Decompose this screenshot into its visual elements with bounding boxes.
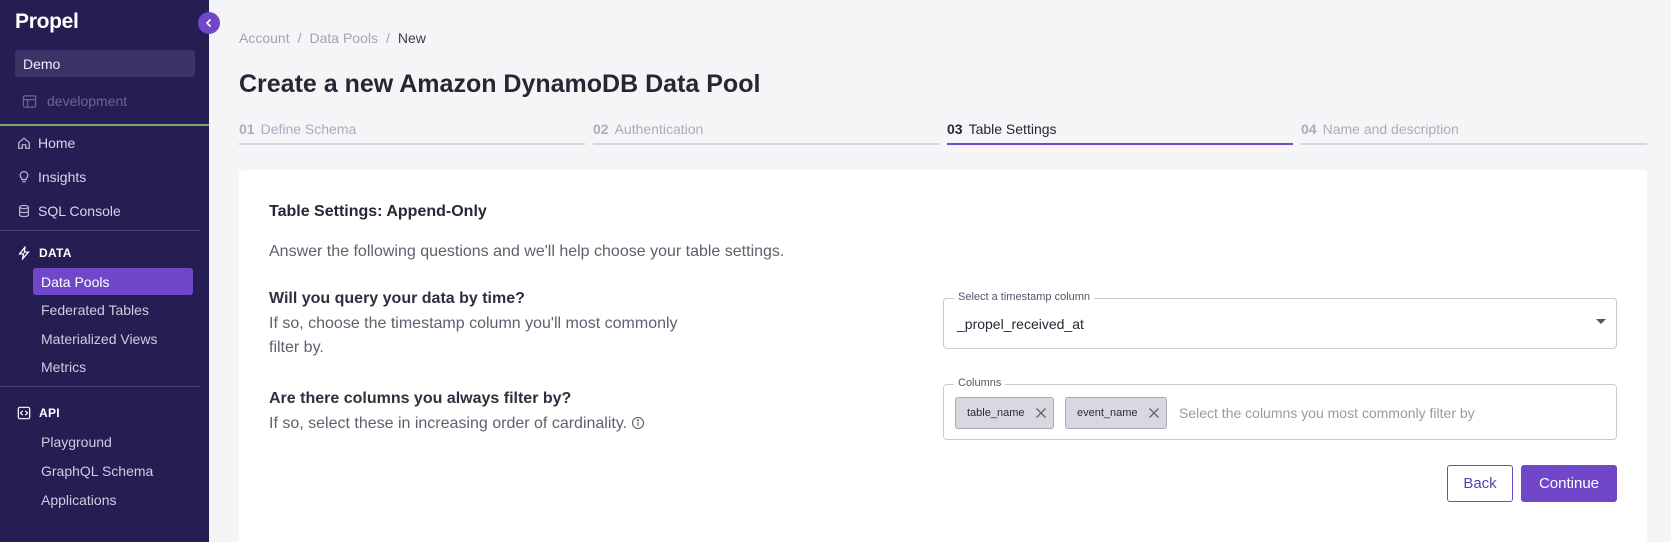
nav-home-label: Home <box>38 135 76 151</box>
step-label: Define Schema <box>260 121 357 137</box>
breadcrumb-current: New <box>397 30 426 46</box>
step-number: 04 <box>1301 121 1317 137</box>
nav-federated-tables[interactable]: Federated Tables <box>33 296 193 323</box>
nav-data-pools[interactable]: Data Pools <box>33 268 193 295</box>
page-title: Create a new Amazon DynamoDB Data Pool <box>239 70 761 98</box>
question-columns-description-text: If so, select these in increasing order … <box>269 415 628 432</box>
breadcrumb-separator: / <box>297 30 302 46</box>
step-name-and-description[interactable]: 04 Name and description <box>1301 121 1647 145</box>
filter-columns-label: Columns <box>954 377 1006 389</box>
dropdown-arrow-icon[interactable] <box>1596 319 1606 324</box>
step-number: 02 <box>593 121 609 137</box>
chip-label: event_name <box>1077 407 1138 419</box>
chevron-left-icon <box>205 18 212 28</box>
continue-button[interactable]: Continue <box>1521 465 1617 502</box>
section-api-label: API <box>39 406 60 420</box>
question-columns-description: If so, select these in increasing order … <box>269 412 709 436</box>
section-api: API <box>17 406 60 420</box>
step-label: Name and description <box>1322 121 1459 137</box>
breadcrumb: Account / Data Pools / New <box>239 30 426 46</box>
question-time-description: If so, choose the timestamp column you'l… <box>269 315 678 356</box>
environment-divider <box>0 124 209 126</box>
collapse-sidebar-button[interactable] <box>198 12 220 34</box>
card-intro: Answer the following questions and we'll… <box>269 243 785 260</box>
section-data: DATA <box>17 246 72 260</box>
remove-chip-icon[interactable] <box>1148 407 1160 419</box>
timestamp-column-value: _propel_received_at <box>957 316 1084 332</box>
nav-applications[interactable]: Applications <box>33 486 193 513</box>
question-time-title: Will you query your data by time? <box>269 290 525 307</box>
breadcrumb-separator: / <box>385 30 390 46</box>
section-data-label: DATA <box>39 246 72 260</box>
step-table-settings[interactable]: 03 Table Settings <box>947 121 1293 145</box>
nav-home[interactable]: Home <box>17 135 75 151</box>
environment-selector[interactable]: development <box>22 93 127 109</box>
nav-insights-label: Insights <box>38 169 87 185</box>
nav-metrics[interactable]: Metrics <box>33 353 193 380</box>
brand-logo: Propel <box>15 10 79 33</box>
chip-label: table_name <box>967 407 1025 419</box>
lightning-icon <box>18 246 30 260</box>
timestamp-column-label: Select a timestamp column <box>954 291 1095 303</box>
stepper: 01 Define Schema 02 Authentication 03 Table… <box>239 121 1647 145</box>
timestamp-column-select[interactable]: Select a timestamp column _propel_receiv… <box>943 291 1617 349</box>
nav-sql-console-label: SQL Console <box>38 203 121 219</box>
environment-icon <box>22 94 37 108</box>
step-label: Table Settings <box>968 121 1057 137</box>
remove-chip-icon[interactable] <box>1035 407 1047 419</box>
table-settings-card: Table Settings: Append-Only Answer the f… <box>239 170 1647 542</box>
step-number: 03 <box>947 121 963 137</box>
nav-materialized-views[interactable]: Materialized Views <box>33 325 193 352</box>
step-label: Authentication <box>614 121 704 137</box>
environment-label: development <box>47 93 128 109</box>
step-define-schema[interactable]: 01 Define Schema <box>239 121 585 145</box>
nav-insights[interactable]: Insights <box>17 169 86 185</box>
filter-columns-multiselect[interactable]: Columns table_name event_name Select the… <box>943 377 1617 440</box>
sidebar-divider <box>0 386 200 387</box>
nav-sql-console[interactable]: SQL Console <box>17 203 121 219</box>
step-authentication[interactable]: 02 Authentication <box>593 121 939 145</box>
question-columns-title: Are there columns you always filter by? <box>269 390 572 407</box>
breadcrumb-account[interactable]: Account <box>239 30 290 46</box>
nav-graphql-schema[interactable]: GraphQL Schema <box>33 457 193 484</box>
code-icon <box>17 406 31 420</box>
org-selector[interactable]: Demo <box>15 50 195 77</box>
card-title: Table Settings: Append-Only <box>269 203 487 220</box>
sidebar: Propel Demo development Home Insights SQ… <box>0 0 209 542</box>
sidebar-divider <box>0 230 200 231</box>
chip-event-name: event_name <box>1065 397 1167 429</box>
database-icon <box>19 204 29 218</box>
back-button[interactable]: Back <box>1447 465 1513 502</box>
step-number: 01 <box>239 121 255 137</box>
filter-columns-input[interactable]: Select the columns you most commonly fil… <box>1179 405 1475 421</box>
lightbulb-icon <box>19 170 29 183</box>
home-icon <box>18 137 30 149</box>
info-icon[interactable] <box>631 416 645 430</box>
chip-table-name: table_name <box>955 397 1054 429</box>
nav-playground[interactable]: Playground <box>33 428 193 455</box>
breadcrumb-data-pools[interactable]: Data Pools <box>309 30 377 46</box>
